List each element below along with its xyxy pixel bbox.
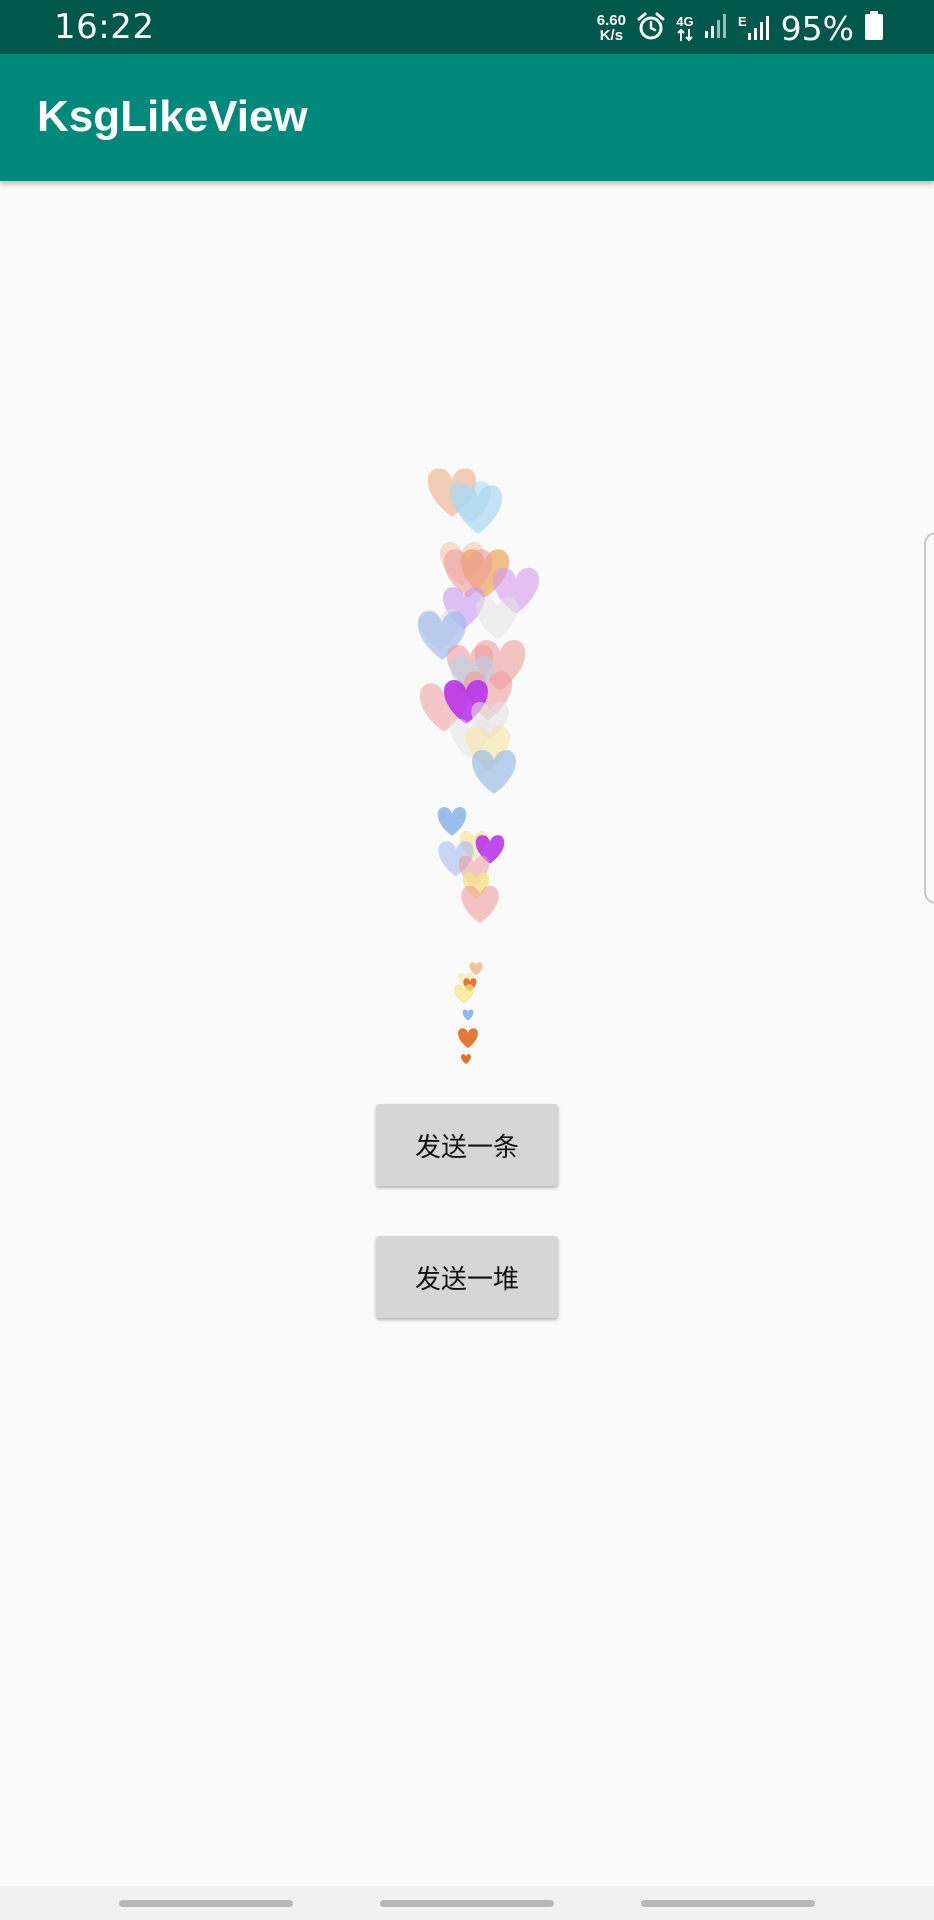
like-view-hearts [417,468,540,1065]
gesture-nav-bar [0,1886,934,1920]
heart-icon [462,1009,474,1021]
nav-back-handle[interactable] [641,1900,815,1907]
heart-icon [476,597,518,640]
edge-panel-handle[interactable] [924,532,934,904]
heart-icon [437,807,467,836]
heart-icon [458,1028,478,1049]
nav-home-handle[interactable] [380,1900,554,1907]
heart-icon [461,1054,471,1065]
heart-icon [454,984,474,1005]
send-many-button[interactable]: 发送一堆 [376,1236,558,1318]
send-one-button[interactable]: 发送一条 [376,1104,558,1186]
nav-recents-handle[interactable] [119,1900,293,1907]
